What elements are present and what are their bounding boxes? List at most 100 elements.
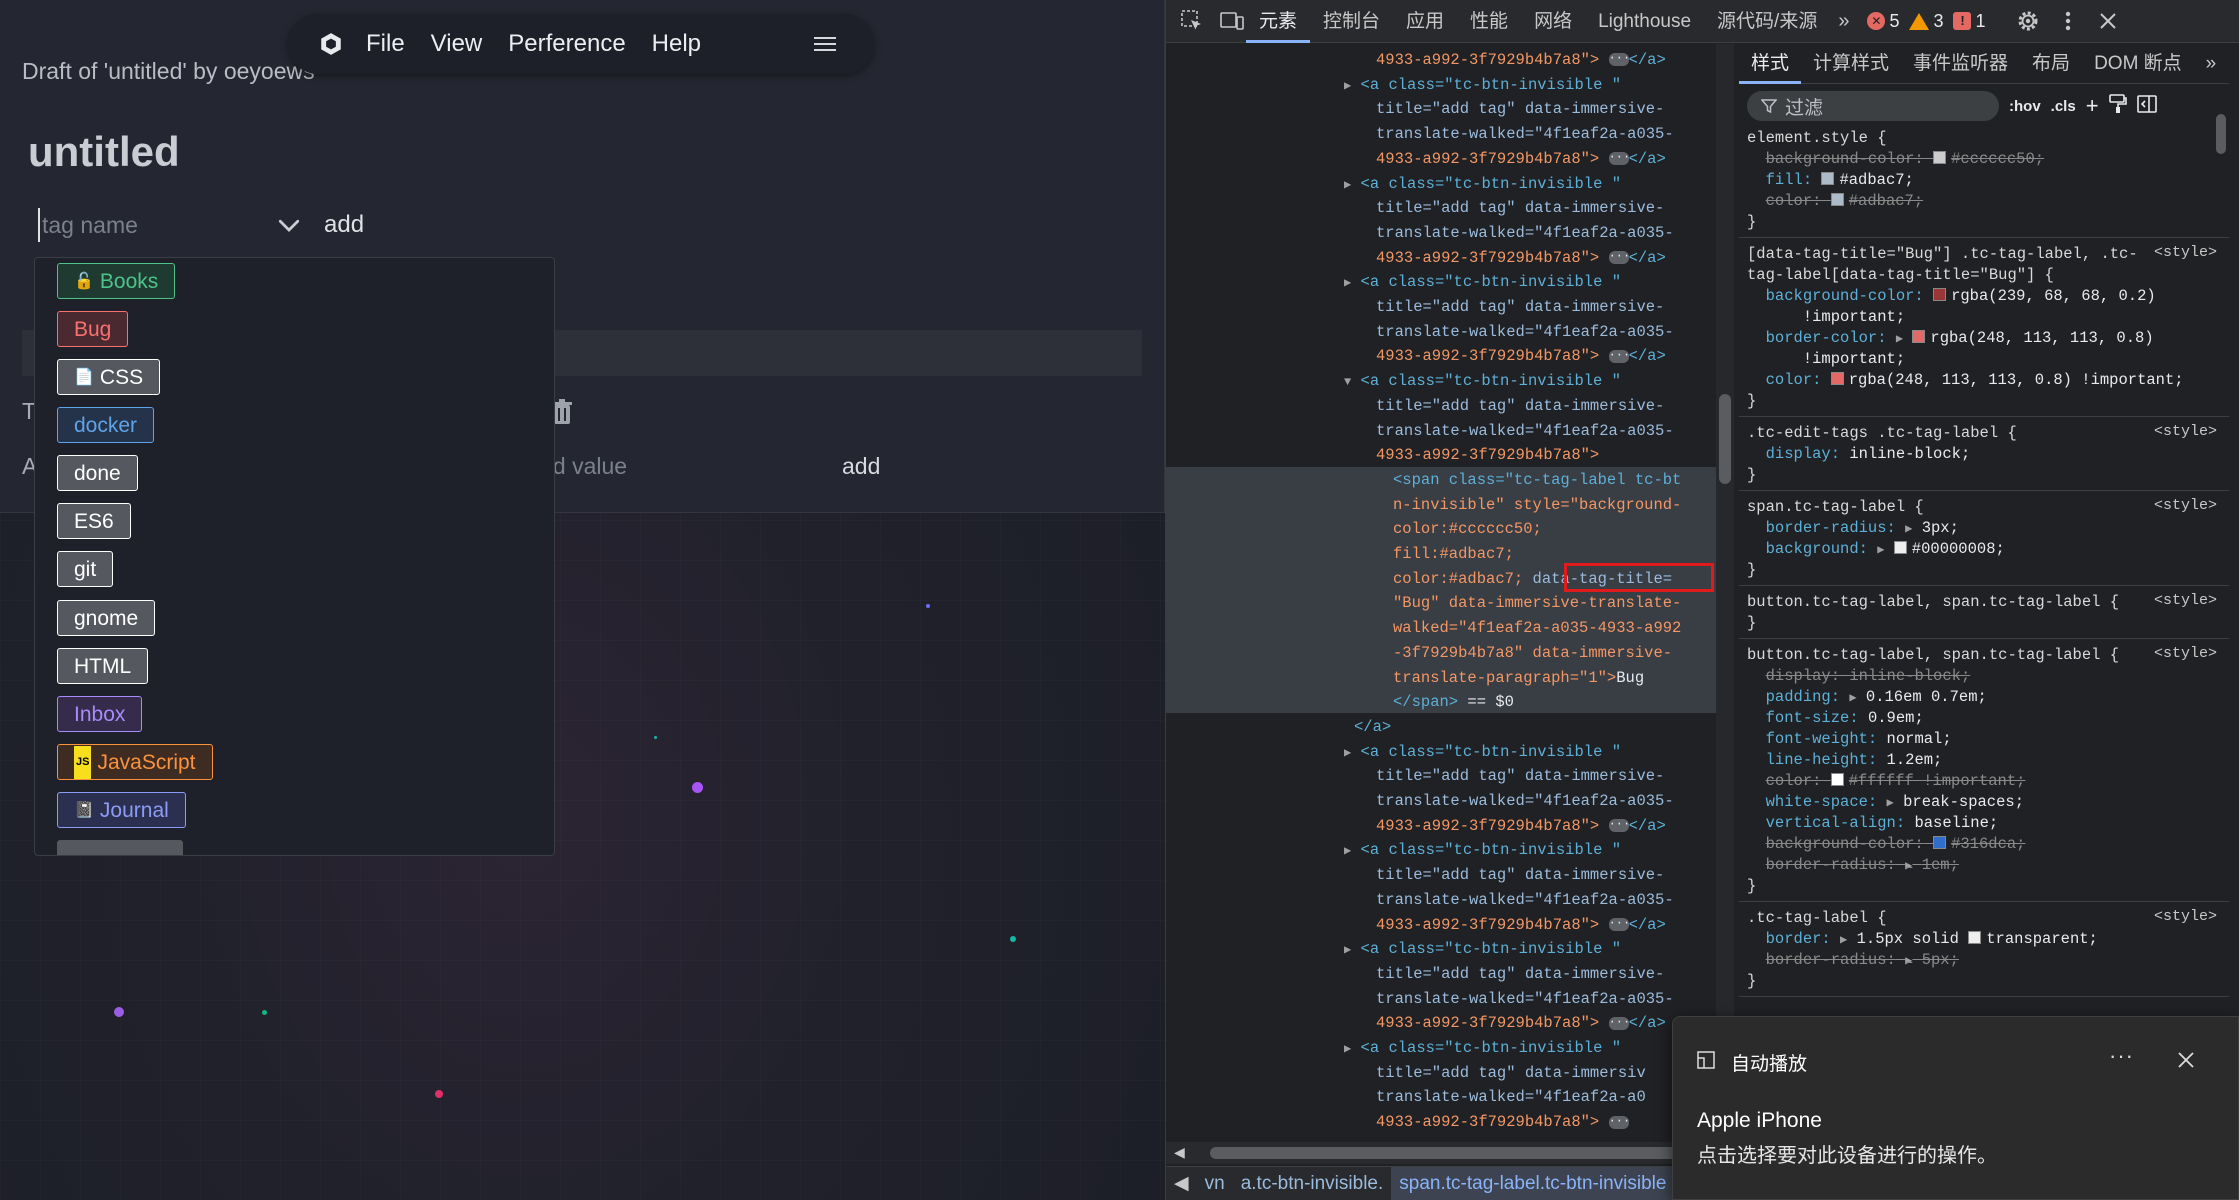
close-devtools-icon[interactable]: [2094, 7, 2122, 35]
color-swatch[interactable]: [1912, 330, 1926, 343]
close-icon[interactable]: [2177, 1051, 2195, 1069]
rule-selector[interactable]: tag-label[data-tag-title="Bug"] {: [1747, 265, 2054, 286]
breadcrumb-item[interactable]: vn: [1197, 1167, 1233, 1200]
css-line[interactable]: display: inline-block;: [1747, 444, 1971, 465]
css-line[interactable]: background-color: rgba(239, 68, 68, 0.2): [1747, 286, 2156, 307]
scrollbar-thumb[interactable]: [1210, 1147, 1680, 1159]
dom-node-line[interactable]: ▶ <a class="tc-btn-invisible ": [1344, 172, 1621, 196]
ellipsis-icon[interactable]: ···: [1608, 818, 1630, 833]
css-line[interactable]: border-color: ▶ rgba(248, 113, 113, 0.8): [1747, 328, 2154, 349]
dom-node-line[interactable]: 4933-a992-3f7929b4b7a8"> ···: [1376, 1110, 1630, 1134]
selected-node-line[interactable]: walked="4f1eaf2a-a035-4933-a992: [1393, 616, 1681, 640]
tag-option-css[interactable]: 📄 CSS: [57, 359, 161, 395]
expand-triangle-icon[interactable]: ▶: [1344, 178, 1351, 192]
sidebar-toggle-icon[interactable]: [2136, 95, 2157, 117]
rule-selector[interactable]: [data-tag-title="Bug"] .tc-tag-label, .t…: [1747, 244, 2138, 265]
dom-node-line[interactable]: title="add tag" data-immersive-: [1376, 394, 1664, 418]
color-swatch[interactable]: [1933, 151, 1947, 164]
dom-node-line[interactable]: title="add tag" data-immersive-: [1376, 196, 1664, 220]
style-source-link[interactable]: <style>: [2154, 592, 2217, 609]
warning-count-badge[interactable]: 3: [1909, 11, 1943, 32]
dom-node-line[interactable]: ▼ <a class="tc-btn-invisible ": [1344, 369, 1621, 393]
dom-node-line[interactable]: translate-walked="4f1eaf2a-a035-: [1376, 122, 1674, 146]
ellipsis-icon[interactable]: ···: [1608, 1115, 1630, 1129]
expand-triangle-icon[interactable]: ▶: [1849, 691, 1856, 705]
ellipsis-icon[interactable]: ···: [1608, 250, 1630, 264]
menu-help[interactable]: Help: [652, 30, 701, 58]
scroll-left-icon[interactable]: ◀: [1174, 1144, 1185, 1161]
css-line[interactable]: font-size: 0.9em;: [1747, 708, 1924, 729]
css-line[interactable]: border-radius: ▶ 5px;: [1747, 950, 1959, 971]
dom-node-line[interactable]: ▶ <a class="tc-btn-invisible ": [1344, 1036, 1621, 1060]
ellipsis-icon[interactable]: ···: [1608, 52, 1630, 67]
css-line[interactable]: }: [1747, 971, 1756, 992]
dom-node-line[interactable]: 4933-a992-3f7929b4b7a8">: [1376, 443, 1599, 467]
tab-event-listeners[interactable]: 事件监听器: [1901, 44, 2020, 84]
error-count-badge[interactable]: ✕ 5: [1867, 11, 1899, 32]
breadcrumb-item[interactable]: a.tc-btn-invisible.: [1233, 1167, 1392, 1200]
selected-node-line[interactable]: fill:#adbac7;: [1393, 542, 1514, 566]
dom-node-line[interactable]: translate-walked="4f1eaf2a-a035-: [1376, 888, 1674, 912]
device-toolbar-icon[interactable]: [1218, 7, 1246, 35]
dom-node-line[interactable]: ▶ <a class="tc-btn-invisible ": [1344, 270, 1621, 294]
add-tag-button[interactable]: add: [324, 211, 364, 239]
expand-triangle-icon[interactable]: ▶: [1896, 332, 1903, 346]
menu-view[interactable]: View: [431, 30, 483, 58]
tab-console[interactable]: 控制台: [1310, 0, 1393, 43]
chevron-down-icon[interactable]: [274, 210, 304, 240]
tab-sources[interactable]: 源代码/来源: [1704, 0, 1830, 43]
css-line[interactable]: border: ▶ 1.5px solid transparent;: [1747, 929, 2098, 950]
breadcrumb-item-selected[interactable]: span.tc-tag-label.tc-btn-invisible: [1391, 1167, 1675, 1200]
more-tabs-icon[interactable]: »: [1830, 10, 1857, 33]
scrollbar-thumb[interactable]: [1719, 394, 1731, 484]
tab-lighthouse[interactable]: Lighthouse: [1585, 0, 1704, 43]
css-line[interactable]: display: inline-block;: [1747, 666, 1971, 687]
tab-layout[interactable]: 布局: [2020, 44, 2082, 84]
dom-node-line[interactable]: ▶ <a class="tc-btn-invisible ": [1344, 73, 1621, 97]
tag-option-inbox[interactable]: Inbox: [57, 696, 143, 732]
inspect-element-icon[interactable]: [1178, 7, 1206, 35]
color-swatch[interactable]: [1830, 773, 1844, 786]
color-swatch[interactable]: [1893, 541, 1907, 554]
dom-node-line[interactable]: 4933-a992-3f7929b4b7a8"> ···</a>: [1376, 913, 1666, 937]
tag-option-partial[interactable]: [57, 840, 183, 855]
dom-node-line[interactable]: ▶ <a class="tc-btn-invisible ": [1344, 740, 1621, 764]
rule-selector[interactable]: .tc-edit-tags .tc-tag-label {: [1747, 423, 2017, 444]
css-line[interactable]: font-weight: normal;: [1747, 729, 1952, 750]
css-line[interactable]: }: [1747, 212, 1756, 233]
tag-option-gnome[interactable]: gnome: [57, 600, 156, 636]
css-line[interactable]: }: [1747, 613, 1756, 634]
css-line[interactable]: }: [1747, 560, 1756, 581]
selected-node-line[interactable]: <span class="tc-tag-label tc-bt: [1393, 468, 1681, 492]
style-source-link[interactable]: <style>: [2154, 244, 2217, 261]
add-rule-icon[interactable]: +: [2086, 93, 2099, 119]
dom-node-line[interactable]: 4933-a992-3f7929b4b7a8"> ···</a>: [1376, 246, 1666, 270]
selected-node-line[interactable]: color:#cccccc50;: [1393, 517, 1542, 541]
css-line[interactable]: white-space: ▶ break-spaces;: [1747, 792, 2024, 813]
expand-triangle-icon[interactable]: ▶: [1905, 859, 1912, 873]
dom-node-line[interactable]: translate-walked="4f1eaf2a-a035-: [1376, 320, 1674, 344]
issue-count-badge[interactable]: ! 1: [1953, 11, 1986, 32]
hamburger-menu-icon[interactable]: [814, 33, 836, 55]
expand-triangle-icon[interactable]: ▶: [1344, 943, 1351, 957]
color-swatch[interactable]: [1968, 931, 1982, 944]
selected-node-line[interactable]: n-invisible" style="background-: [1393, 493, 1681, 517]
expand-triangle-icon[interactable]: ▶: [1905, 954, 1912, 968]
tag-option-journal[interactable]: 📓 Journal: [57, 792, 186, 828]
color-swatch[interactable]: [1933, 288, 1947, 301]
dom-node-line[interactable]: 4933-a992-3f7929b4b7a8"> ···</a>: [1376, 48, 1666, 72]
more-tabs-icon[interactable]: »: [2194, 44, 2229, 84]
ellipsis-icon[interactable]: ···: [1608, 917, 1630, 931]
css-line[interactable]: background-color: #cccccc50;: [1747, 149, 2044, 170]
dom-node-line[interactable]: title="add tag" data-immersive-: [1376, 764, 1664, 788]
tag-option-javascript[interactable]: JS JavaScript: [57, 744, 213, 780]
expand-triangle-icon[interactable]: ▶: [1344, 1042, 1351, 1056]
styles-filter-input[interactable]: 过滤: [1747, 91, 1999, 121]
add-field-button[interactable]: add: [842, 453, 880, 480]
css-line[interactable]: background-color: #316dca;: [1747, 834, 2026, 855]
expand-triangle-icon[interactable]: ▶: [1877, 543, 1884, 557]
color-swatch[interactable]: [1933, 836, 1947, 849]
css-line[interactable]: color: #adbac7;: [1747, 191, 1924, 212]
dom-node-line[interactable]: translate-walked="4f1eaf2a-a035-: [1376, 419, 1674, 443]
dom-node-line[interactable]: </a>: [1354, 715, 1391, 739]
